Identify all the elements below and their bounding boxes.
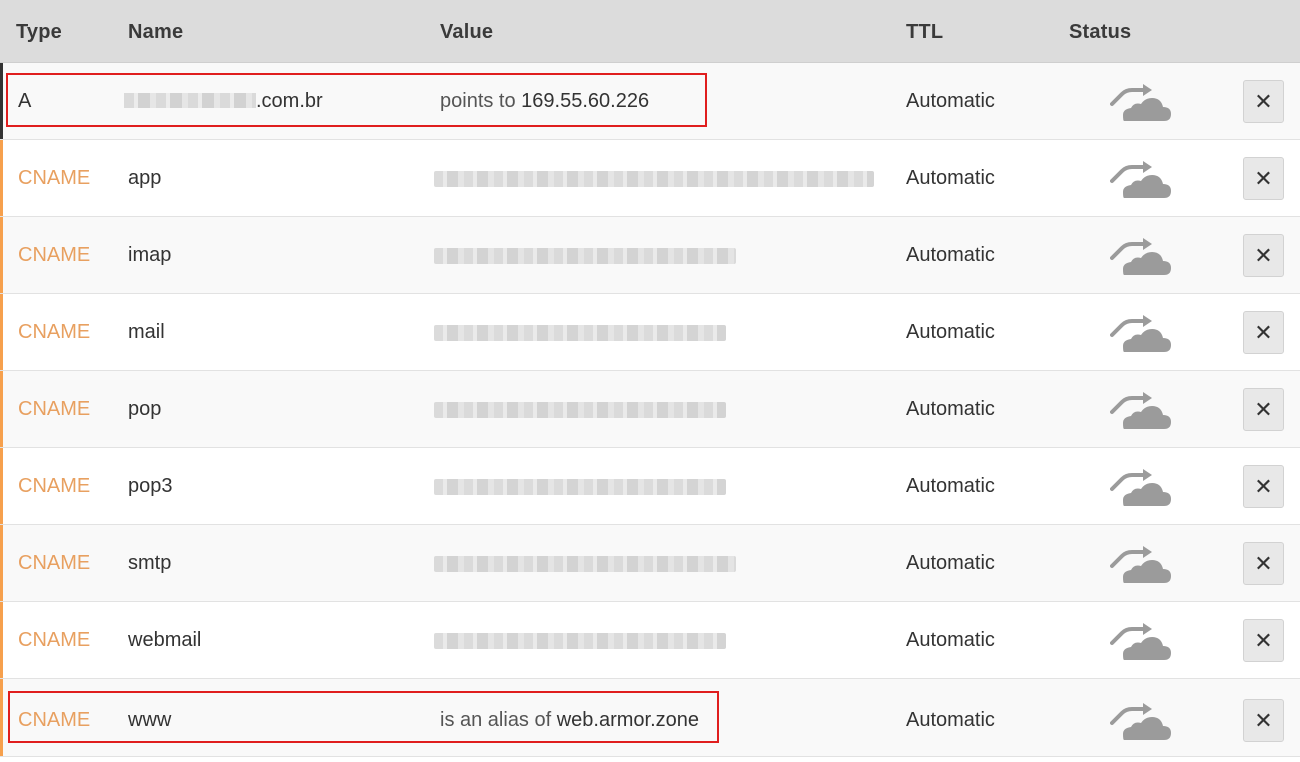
table-row[interactable]: A .com.br points to 169.55.60.226 Automa…: [0, 63, 1300, 140]
record-ttl[interactable]: Automatic: [906, 398, 995, 421]
delete-record-button[interactable]: ✕: [1243, 157, 1284, 200]
record-type[interactable]: CNAME: [18, 475, 90, 498]
redacted-value[interactable]: [434, 479, 726, 495]
record-ttl[interactable]: Automatic: [906, 475, 995, 498]
record-ttl[interactable]: Automatic: [906, 709, 995, 732]
cloud-proxied-icon[interactable]: [1110, 158, 1172, 200]
table-row[interactable]: CNAME pop Automatic ✕: [0, 371, 1300, 448]
record-ttl[interactable]: Automatic: [906, 90, 995, 113]
close-icon: ✕: [1254, 166, 1273, 191]
record-value-prefix: points to: [440, 90, 522, 112]
close-icon: ✕: [1254, 551, 1273, 576]
cloud-proxied-icon[interactable]: [1110, 466, 1172, 508]
redacted-value[interactable]: [434, 402, 726, 418]
record-type[interactable]: CNAME: [18, 167, 90, 190]
column-header-type[interactable]: Type: [16, 21, 62, 44]
record-name[interactable]: imap: [128, 244, 171, 267]
table-row[interactable]: CNAME app Automatic ✕: [0, 140, 1300, 217]
delete-record-button[interactable]: ✕: [1243, 619, 1284, 662]
record-type[interactable]: A: [18, 90, 31, 113]
delete-record-button[interactable]: ✕: [1243, 465, 1284, 508]
cloud-proxied-icon[interactable]: [1110, 312, 1172, 354]
delete-record-button[interactable]: ✕: [1243, 80, 1284, 123]
record-name[interactable]: pop: [128, 398, 161, 421]
row-accent: [0, 294, 3, 370]
close-icon: ✕: [1254, 243, 1273, 268]
record-ttl[interactable]: Automatic: [906, 244, 995, 267]
close-icon: ✕: [1254, 708, 1273, 733]
redacted-value[interactable]: [434, 556, 736, 572]
row-accent: [0, 679, 3, 756]
record-ttl[interactable]: Automatic: [906, 321, 995, 344]
delete-record-button[interactable]: ✕: [1243, 699, 1284, 742]
record-value-prefix: is an alias of: [440, 709, 557, 731]
redacted-value[interactable]: [434, 325, 726, 341]
record-value[interactable]: points to 169.55.60.226: [440, 90, 649, 113]
redacted-value[interactable]: [434, 171, 874, 187]
cloud-proxied-icon[interactable]: [1110, 543, 1172, 585]
close-icon: ✕: [1254, 397, 1273, 422]
record-name[interactable]: app: [128, 167, 161, 190]
row-accent: [0, 448, 3, 524]
close-icon: ✕: [1254, 628, 1273, 653]
cloud-proxied-icon[interactable]: [1110, 620, 1172, 662]
record-name[interactable]: mail: [128, 321, 165, 344]
cloud-proxied-icon[interactable]: [1110, 81, 1172, 123]
record-type[interactable]: CNAME: [18, 244, 90, 267]
record-ttl[interactable]: Automatic: [906, 629, 995, 652]
record-type[interactable]: CNAME: [18, 398, 90, 421]
row-accent: [0, 371, 3, 447]
record-type[interactable]: CNAME: [18, 321, 90, 344]
row-accent: [0, 140, 3, 216]
dns-records-table: Type Name Value TTL Status A .com.br poi…: [0, 0, 1300, 762]
table-row[interactable]: CNAME www is an alias of web.armor.zone …: [0, 679, 1300, 757]
row-accent: [0, 217, 3, 293]
delete-record-button[interactable]: ✕: [1243, 388, 1284, 431]
row-accent: [0, 525, 3, 601]
redacted-value[interactable]: [434, 633, 726, 649]
record-ttl[interactable]: Automatic: [906, 167, 995, 190]
record-type[interactable]: CNAME: [18, 629, 90, 652]
cloud-proxied-icon[interactable]: [1110, 235, 1172, 277]
table-row[interactable]: CNAME pop3 Automatic ✕: [0, 448, 1300, 525]
record-type[interactable]: CNAME: [18, 552, 90, 575]
redacted-name: [124, 93, 256, 108]
column-header-value[interactable]: Value: [440, 21, 493, 44]
record-value-main: 169.55.60.226: [521, 90, 650, 112]
cloud-proxied-icon[interactable]: [1110, 389, 1172, 431]
column-header-status[interactable]: Status: [1069, 21, 1131, 44]
close-icon: ✕: [1254, 89, 1273, 114]
record-name[interactable]: www: [128, 709, 171, 732]
close-icon: ✕: [1254, 320, 1273, 345]
record-name[interactable]: webmail: [128, 629, 201, 652]
delete-record-button[interactable]: ✕: [1243, 234, 1284, 277]
close-icon: ✕: [1254, 474, 1273, 499]
redacted-value[interactable]: [434, 248, 736, 264]
record-name[interactable]: smtp: [128, 552, 171, 575]
record-name[interactable]: .com.br: [124, 90, 323, 113]
delete-record-button[interactable]: ✕: [1243, 542, 1284, 585]
record-name[interactable]: pop3: [128, 475, 173, 498]
record-name-suffix: .com.br: [256, 90, 323, 112]
record-value[interactable]: is an alias of web.armor.zone: [440, 709, 699, 732]
row-accent: [0, 602, 3, 678]
row-accent: [0, 63, 3, 139]
table-row[interactable]: CNAME mail Automatic ✕: [0, 294, 1300, 371]
table-row[interactable]: CNAME webmail Automatic ✕: [0, 602, 1300, 679]
cloud-proxied-icon[interactable]: [1110, 700, 1172, 742]
delete-record-button[interactable]: ✕: [1243, 311, 1284, 354]
table-row[interactable]: CNAME smtp Automatic ✕: [0, 525, 1300, 602]
table-header: Type Name Value TTL Status: [0, 0, 1300, 63]
record-value-main: web.armor.zone: [556, 709, 700, 731]
column-header-name[interactable]: Name: [128, 21, 183, 44]
table-row[interactable]: CNAME imap Automatic ✕: [0, 217, 1300, 294]
record-type[interactable]: CNAME: [18, 709, 90, 732]
column-header-ttl[interactable]: TTL: [906, 21, 943, 44]
record-ttl[interactable]: Automatic: [906, 552, 995, 575]
